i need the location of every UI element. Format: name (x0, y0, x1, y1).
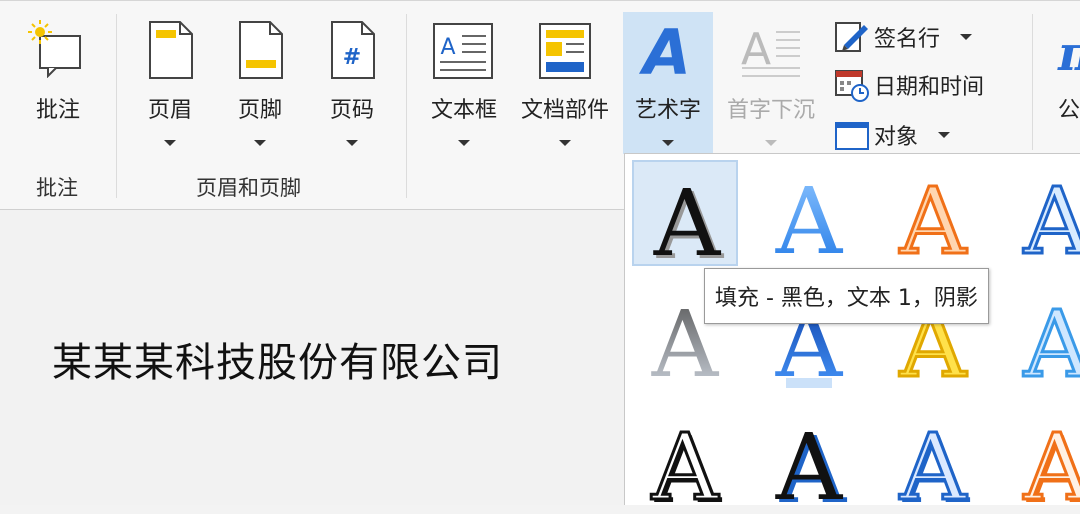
wordart-glyph: A (651, 414, 720, 510)
wordart-button-label: 艺术字 (634, 98, 701, 123)
drop-cap-button[interactable]: A 首字下沉 (716, 14, 826, 154)
document-parts-button-label: 文档部件 (520, 98, 609, 123)
equation-button-partial[interactable]: π 公 (1046, 14, 1080, 154)
document-parts-icon (539, 23, 591, 79)
wordart-glyph: A (1023, 414, 1080, 510)
signature-pen-icon (835, 22, 868, 52)
equation-button-label: 公 (1058, 98, 1080, 123)
wordart-glyph: A (653, 170, 722, 268)
wordart-style-black-white-outline[interactable]: A A (632, 404, 738, 514)
header-footer-group-label: 页眉和页脚 (196, 176, 301, 200)
drop-cap-icon: A (741, 24, 800, 77)
wordart-style-black-blue-shadow[interactable]: A A (756, 404, 862, 514)
wordart-glyph: A (899, 168, 968, 266)
wordart-glyph: A (1023, 168, 1080, 266)
text-box-button[interactable]: A 文本框 (420, 14, 508, 154)
wordart-style-blue-gradient[interactable]: A (756, 160, 862, 275)
wordart-style-blue-outline[interactable]: A (1004, 160, 1080, 277)
object-label: 对象 (874, 125, 919, 150)
document-parts-button[interactable]: 文档部件 (510, 14, 620, 154)
document-text[interactable]: 某某某科技股份有限公司 (52, 330, 503, 388)
group-divider (1032, 14, 1033, 150)
header-icon (149, 21, 193, 79)
wordart-glyph: A (775, 414, 844, 510)
text-box-button-label: 文本框 (430, 98, 497, 123)
date-time-button[interactable]: 日期和时间 (834, 66, 984, 104)
header-button-label: 页眉 (147, 98, 192, 123)
wordart-style-blue-white-outline[interactable]: A A (880, 404, 986, 514)
date-time-label: 日期和时间 (874, 75, 985, 100)
footer-button[interactable]: 页脚 (220, 14, 300, 154)
wordart-glyph: A (775, 168, 844, 266)
svg-text:A: A (440, 35, 455, 60)
signature-line-label: 签名行 (874, 27, 941, 52)
group-divider (116, 14, 117, 198)
chevron-down-icon (254, 140, 266, 146)
wordart-icon: A (639, 18, 691, 84)
wordart-button[interactable]: A 艺术字 (623, 14, 713, 154)
chevron-down-icon (765, 140, 777, 146)
svg-text:A: A (639, 18, 691, 84)
page-number-icon: # (331, 21, 375, 79)
object-icon (835, 122, 869, 150)
wordart-style-orange-outline[interactable]: A (880, 160, 986, 277)
svg-text:#: # (343, 45, 361, 70)
wordart-style-orange-white-outline[interactable]: A A (1004, 404, 1080, 514)
signature-line-button[interactable]: 签名行 (834, 18, 973, 56)
comment-button-label: 批注 (35, 98, 80, 123)
chevron-down-icon (458, 140, 470, 146)
wordart-glyph: A (1023, 296, 1080, 398)
comment-button[interactable]: 批注 (12, 14, 104, 134)
calendar-clock-icon (835, 70, 869, 102)
comment-group-label: 批注 (36, 176, 78, 200)
text-box-icon: A (433, 23, 493, 79)
header-button[interactable]: 页眉 (130, 14, 210, 154)
object-button[interactable]: 对象 (834, 116, 951, 154)
chevron-down-icon (559, 140, 571, 146)
drop-cap-button-label: 首字下沉 (726, 98, 815, 123)
wordart-style-tooltip: 填充 - 黑色，文本 1，阴影 (704, 268, 989, 324)
wordart-style-light-blue-glow[interactable]: A (1004, 290, 1080, 402)
footer-icon (239, 21, 283, 79)
footer-button-label: 页脚 (237, 98, 282, 123)
page-number-button-label: 页码 (329, 98, 374, 123)
chevron-down-icon (662, 140, 674, 146)
chevron-down-icon (164, 140, 176, 146)
page-number-button[interactable]: # 页码 (312, 14, 392, 154)
group-divider (406, 14, 407, 198)
svg-text:π: π (1057, 26, 1080, 80)
new-comment-icon (28, 20, 81, 78)
chevron-down-icon (960, 34, 973, 40)
wordart-glyph: A (899, 414, 968, 510)
chevron-down-icon (346, 140, 358, 146)
wordart-style-fill-black-shadow[interactable]: A A (632, 160, 738, 280)
pi-icon: π (1057, 26, 1080, 80)
chevron-down-icon (938, 132, 951, 138)
